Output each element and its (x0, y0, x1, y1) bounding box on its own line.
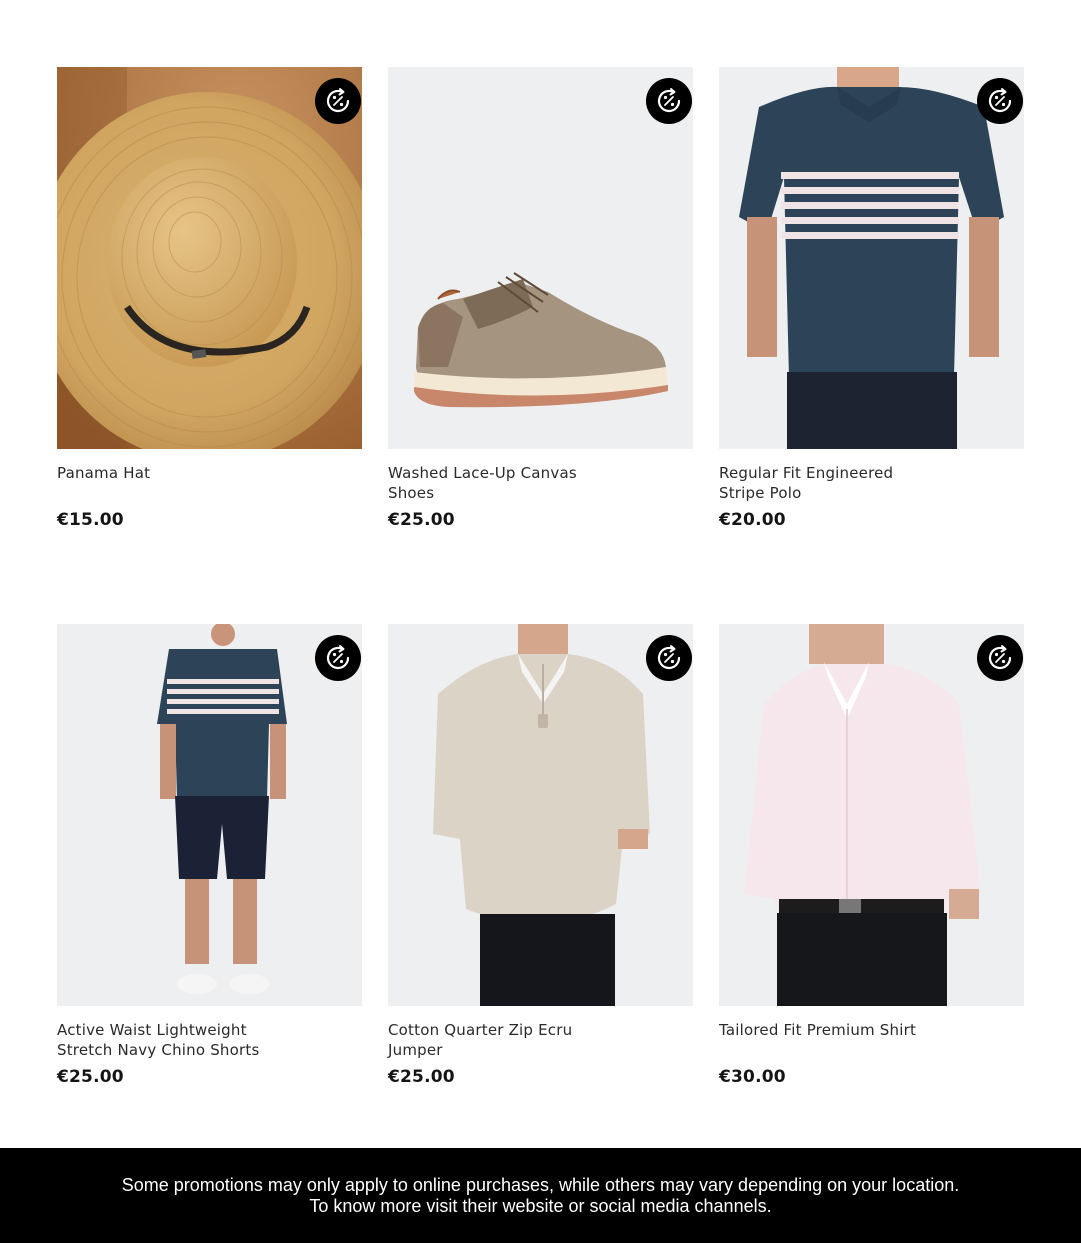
product-card[interactable]: Active Waist Lightweight Stretch Navy Ch… (57, 624, 362, 1087)
product-image[interactable] (719, 624, 1024, 1006)
product-name[interactable]: Panama Hat (57, 463, 277, 503)
disclaimer-line-2: To know more visit their website or soci… (309, 1196, 772, 1216)
product-price: €30.00 (719, 1067, 786, 1087)
discount-refresh-icon[interactable] (977, 78, 1023, 124)
disclaimer-line-1: Some promotions may only apply to online… (121, 1175, 960, 1195)
product-name[interactable]: Cotton Quarter Zip Ecru Jumper (388, 1020, 608, 1060)
product-price: €25.00 (388, 510, 455, 530)
discount-refresh-icon[interactable] (646, 635, 692, 681)
discount-refresh-icon[interactable] (315, 78, 361, 124)
product-card[interactable]: Panama Hat €15.00 (57, 67, 362, 530)
product-price: €25.00 (388, 1067, 455, 1087)
product-name[interactable]: Regular Fit Engineered Stripe Polo (719, 463, 939, 503)
discount-refresh-icon[interactable] (315, 635, 361, 681)
product-row: Panama Hat €15.00 Washed Lace-Up Canvas … (57, 67, 1026, 530)
product-name[interactable]: Tailored Fit Premium Shirt (719, 1020, 939, 1060)
product-price: €20.00 (719, 510, 786, 530)
product-name[interactable]: Washed Lace-Up Canvas Shoes (388, 463, 608, 503)
product-price: €25.00 (57, 1067, 124, 1087)
product-card[interactable]: Regular Fit Engineered Stripe Polo €20.0… (719, 67, 1024, 530)
discount-refresh-icon[interactable] (977, 635, 1023, 681)
discount-refresh-icon[interactable] (646, 78, 692, 124)
product-card[interactable]: Cotton Quarter Zip Ecru Jumper €25.00 (388, 624, 693, 1087)
product-image[interactable] (57, 67, 362, 449)
product-name[interactable]: Active Waist Lightweight Stretch Navy Ch… (57, 1020, 277, 1060)
product-card[interactable]: Tailored Fit Premium Shirt €30.00 (719, 624, 1024, 1087)
product-image[interactable] (388, 624, 693, 1006)
product-image[interactable] (719, 67, 1024, 449)
product-grid: Panama Hat €15.00 Washed Lace-Up Canvas … (57, 67, 1026, 1087)
product-image[interactable] (57, 624, 362, 1006)
product-card[interactable]: Washed Lace-Up Canvas Shoes €25.00 (388, 67, 693, 530)
product-image[interactable] (388, 67, 693, 449)
product-row: Active Waist Lightweight Stretch Navy Ch… (57, 624, 1026, 1087)
product-price: €15.00 (57, 510, 124, 530)
promotion-disclaimer-footer: Some promotions may only apply to online… (0, 1148, 1081, 1243)
